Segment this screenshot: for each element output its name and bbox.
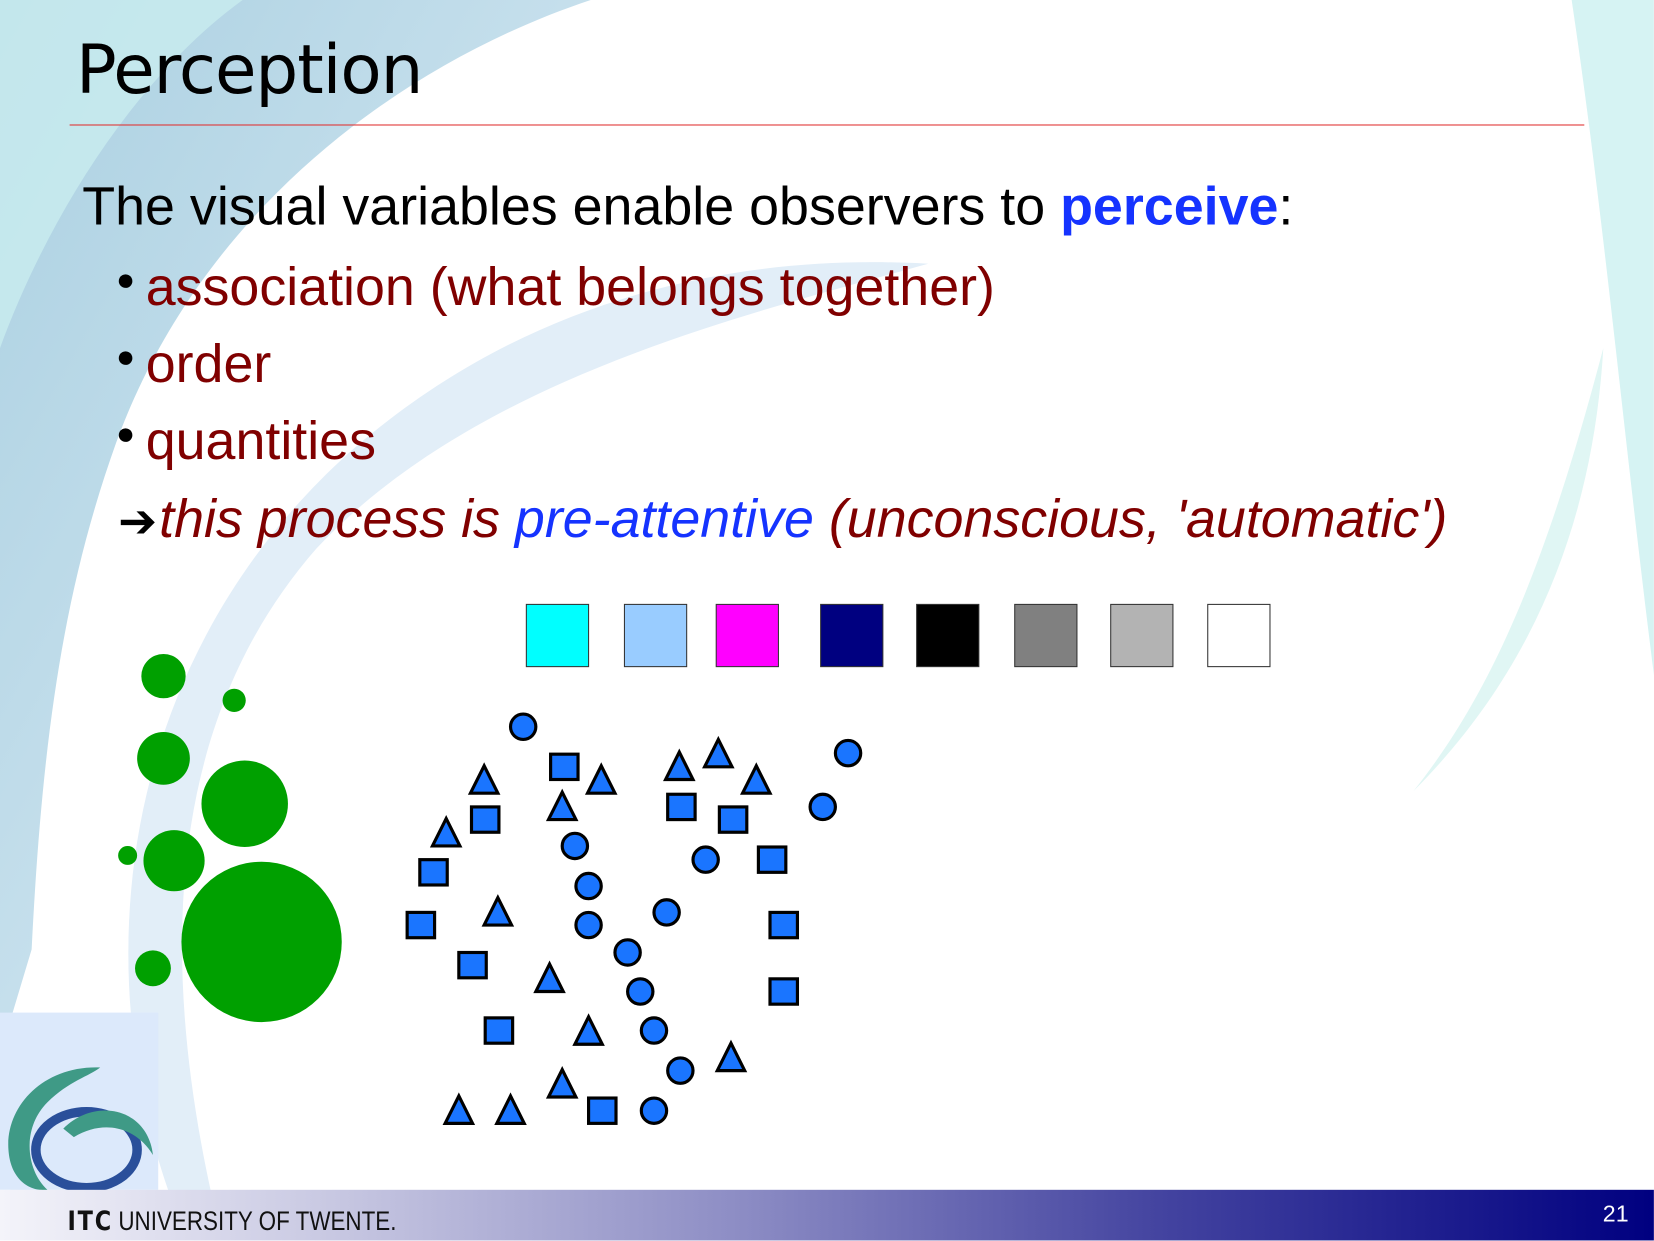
circle-symbol: [833, 738, 863, 768]
triangle-symbol: [467, 762, 501, 795]
triangle-symbol: [572, 1013, 605, 1046]
circle-symbol: [639, 1016, 669, 1045]
triangle-symbol: [584, 762, 618, 795]
institution-brand: ITC UNIVERSITY OF TWENTE.: [68, 1206, 397, 1238]
triangle-symbol: [663, 748, 696, 782]
square-symbol: [768, 977, 800, 1006]
circle-symbol: [691, 845, 720, 874]
square-symbol: [666, 792, 697, 822]
illustration: [8, 603, 1271, 1193]
color-swatch: [1014, 603, 1078, 668]
slide: Perception The visual variables enable o…: [0, 0, 1654, 1241]
circle-symbol: [652, 898, 681, 927]
institution-name: UNIVERSITY OF TWENTE.: [118, 1206, 397, 1237]
triangle-symbol: [702, 735, 735, 769]
triangle-symbol: [740, 762, 773, 795]
triangle-symbol: [481, 894, 515, 927]
circle-symbol: [808, 792, 837, 822]
square-symbol: [756, 845, 788, 874]
square-symbol: [717, 805, 749, 834]
proportional-circle: [118, 845, 138, 865]
proportional-circle: [141, 653, 186, 699]
proportional-circle: [181, 861, 342, 1023]
square-symbol: [469, 805, 501, 834]
circle-symbol: [626, 977, 655, 1006]
triangle-symbol: [429, 814, 463, 848]
color-swatch: [715, 603, 779, 668]
square-symbol: [457, 950, 488, 980]
page-number: 21: [1602, 1200, 1629, 1227]
proportional-circle: [201, 760, 288, 848]
color-swatch: [1110, 603, 1174, 668]
triangle-symbol: [545, 788, 579, 822]
triangle-symbol: [533, 960, 566, 994]
proportional-circle: [143, 830, 205, 892]
square-symbol: [768, 910, 800, 940]
circle-symbol: [666, 1056, 695, 1085]
triangle-symbol: [545, 1066, 579, 1099]
proportional-circle: [135, 950, 171, 987]
proportional-circle: [222, 688, 246, 712]
square-symbol: [586, 1096, 618, 1125]
triangle-symbol: [442, 1092, 476, 1125]
circle-symbol: [613, 938, 642, 967]
circle-symbol: [560, 831, 590, 861]
color-swatch: [623, 603, 688, 668]
square-symbol: [483, 1016, 515, 1045]
circle-symbol: [574, 910, 603, 940]
square-symbol: [549, 752, 580, 782]
color-swatch: [820, 603, 884, 668]
circle-symbol: [508, 712, 538, 741]
itc-wordmark: ITC: [67, 1205, 113, 1237]
circle-symbol: [574, 871, 603, 901]
triangle-symbol: [714, 1039, 748, 1073]
proportional-circle: [137, 732, 190, 785]
triangle-symbol: [494, 1092, 527, 1125]
square-symbol: [405, 910, 437, 940]
color-swatch: [525, 603, 590, 668]
square-symbol: [418, 858, 449, 887]
circle-symbol: [639, 1096, 669, 1125]
color-swatch: [916, 603, 980, 668]
color-swatch: [1207, 603, 1271, 668]
